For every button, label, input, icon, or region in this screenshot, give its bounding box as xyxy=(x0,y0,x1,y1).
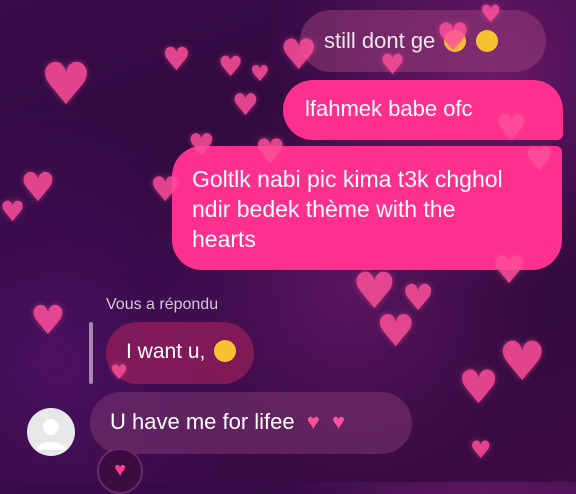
floating-heart-icon: ♥ xyxy=(40,50,92,118)
floating-heart-icon: ♥ xyxy=(0,195,26,228)
floating-heart-icon: ♥ xyxy=(352,262,397,320)
message-text: U have me for lifee xyxy=(110,409,295,434)
message-text-line: hearts xyxy=(192,226,256,252)
floating-heart-icon: ♥ xyxy=(402,278,435,319)
heart-emoji-icon: ♥ xyxy=(331,409,346,434)
floating-heart-icon: ♥ xyxy=(20,165,56,211)
heart-emoji-icon: ♥ xyxy=(306,409,320,434)
reply-label: Vous a répondu xyxy=(106,296,219,313)
heart-reaction-icon[interactable]: ♥ xyxy=(97,448,143,494)
sent-message-theme[interactable]: Goltlk nabi pic kima t3k chghol ndir bed… xyxy=(172,146,562,270)
floating-heart-icon: ♥ xyxy=(498,330,547,393)
message-text-line: Goltlk nabi pic kima t3k chghol xyxy=(192,166,503,192)
floating-heart-icon: ♥ xyxy=(376,306,416,357)
sent-message-babe[interactable]: lfahmek babe ofc xyxy=(283,80,563,140)
floating-heart-icon: ♥ xyxy=(162,40,191,78)
crying-face-emoji-icon xyxy=(475,30,498,52)
floating-heart-icon: ♥ xyxy=(470,436,492,464)
pensive-face-emoji-icon xyxy=(214,340,237,362)
message-text: still dont ge xyxy=(324,28,436,53)
replied-message[interactable]: I want u, xyxy=(106,322,254,384)
floating-heart-icon: ♥ xyxy=(232,88,259,123)
contact-avatar[interactable] xyxy=(27,408,75,456)
floating-heart-icon: ♥ xyxy=(250,62,270,87)
message-text: I want u, xyxy=(126,340,206,363)
floating-heart-icon: ♥ xyxy=(218,50,244,83)
reply-indicator-bar xyxy=(89,322,93,384)
floating-heart-icon: ♥ xyxy=(30,298,66,344)
user-silhouette-icon xyxy=(36,419,66,450)
message-text: lfahmek babe ofc xyxy=(305,96,473,121)
received-message-lifee[interactable]: U have me for lifee ♥ ♥ xyxy=(90,392,412,454)
floating-heart-icon: ♥ xyxy=(458,360,500,414)
message-text-line: ndir bedek thème with the xyxy=(192,196,456,222)
sent-message-still-dont-get[interactable]: still dont ge xyxy=(300,10,546,72)
crying-face-emoji-icon xyxy=(444,30,467,52)
